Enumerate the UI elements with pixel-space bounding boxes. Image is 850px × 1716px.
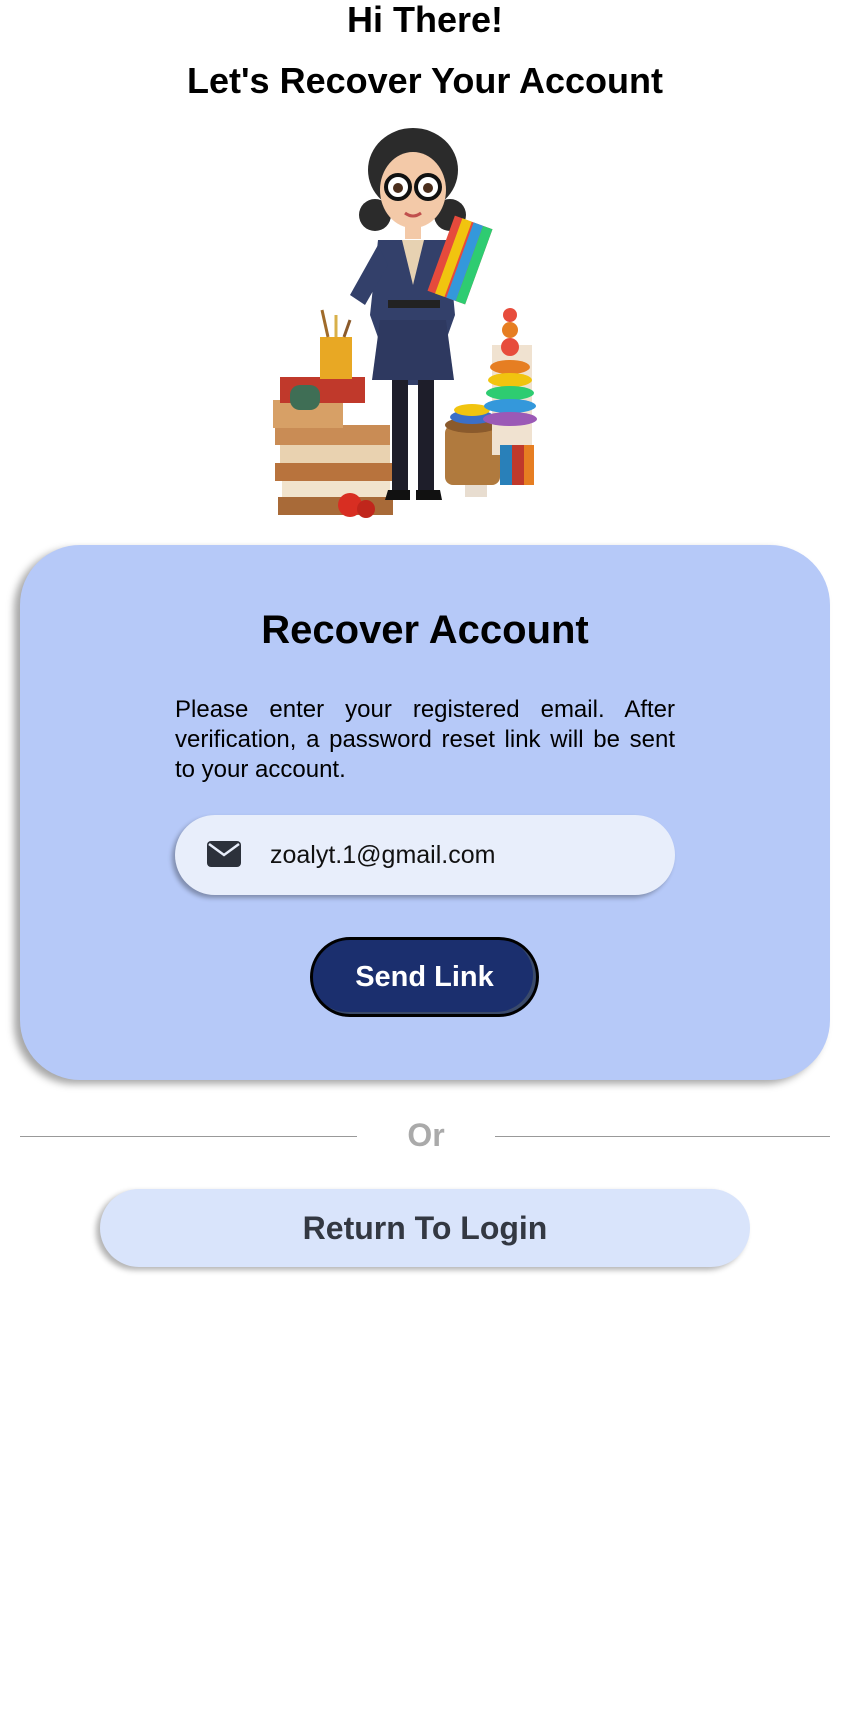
greeting-title: Hi There!	[346, 0, 504, 40]
book-stack-icon	[273, 309, 393, 518]
email-field-wrapper[interactable]	[175, 815, 675, 895]
card-title: Recover Account	[261, 608, 589, 652]
teacher-illustration	[273, 128, 537, 518]
toys-icon	[445, 308, 537, 497]
return-to-login-button[interactable]: Return To Login	[100, 1189, 750, 1267]
recover-instructions: Please enter your registered email. Afte…	[175, 696, 675, 783]
envelope-icon	[207, 841, 241, 867]
divider-line-right	[495, 1136, 830, 1137]
page-subtitle: Let's Recover Your Account	[186, 60, 663, 101]
email-input[interactable]	[270, 815, 650, 895]
or-divider-label: Or	[407, 1117, 445, 1153]
recover-account-card: Recover Account Please enter your regist…	[20, 545, 830, 1080]
send-link-button[interactable]: Send Link	[310, 937, 539, 1017]
divider-line-left	[20, 1136, 357, 1137]
